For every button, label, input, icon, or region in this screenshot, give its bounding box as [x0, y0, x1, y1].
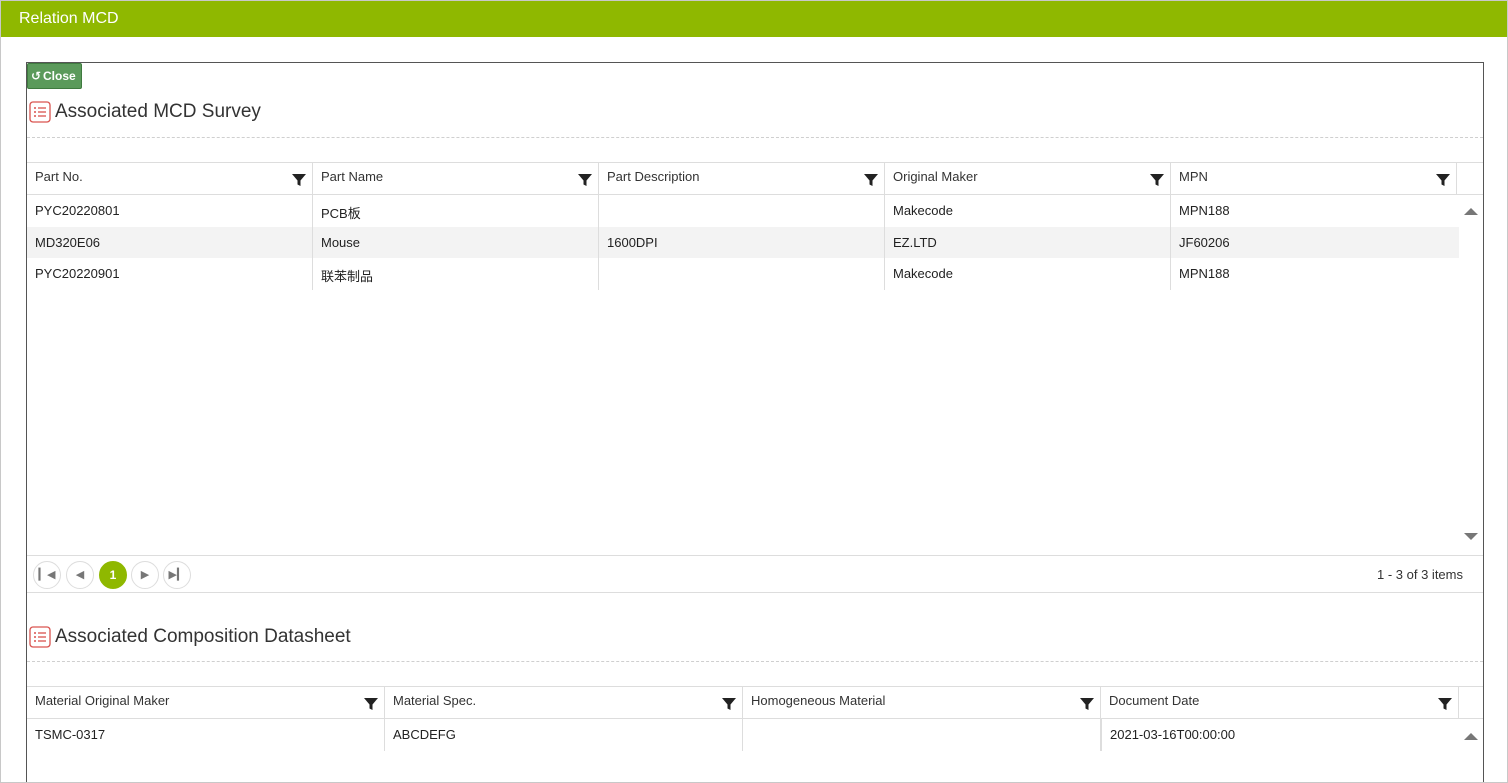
filter-icon[interactable]: [291, 172, 307, 188]
column-header-material-spec[interactable]: Material Spec.: [385, 687, 743, 719]
column-header-document-date[interactable]: Document Date: [1101, 687, 1459, 719]
header-scroll-spacer: [1459, 687, 1483, 719]
survey-section-header: Associated MCD Survey: [29, 98, 261, 126]
close-button[interactable]: ↺ Close: [27, 63, 82, 89]
cell-material-spec: ABCDEFG: [385, 719, 743, 751]
column-header-label: Original Maker: [893, 169, 978, 184]
column-header-label: Material Original Maker: [35, 693, 170, 708]
pager-info: 1 - 3 of 3 items: [1377, 567, 1463, 582]
column-header-label: Material Spec.: [393, 693, 477, 708]
cell-original-maker: Makecode: [885, 258, 1171, 290]
grid-body: PYC20220801 PCB板 Makecode MPN188 MD320E0…: [27, 195, 1459, 290]
datasheet-vertical-scrollbar[interactable]: [1459, 719, 1483, 779]
datasheet-section-header: Associated Composition Datasheet: [29, 623, 351, 651]
column-header-part-description[interactable]: Part Description: [599, 163, 885, 195]
column-header-material-original-maker[interactable]: Material Original Maker: [27, 687, 385, 719]
survey-grid: Part No. Part Name Part Description Orig…: [27, 162, 1483, 290]
first-page-button[interactable]: ▎◀: [33, 561, 61, 589]
column-header-original-maker[interactable]: Original Maker: [885, 163, 1171, 195]
grid-body: TSMC-0317 ABCDEFG 2021-03-16T00:00:00: [27, 719, 1459, 751]
cell-document-date: 2021-03-16T00:00:00: [1101, 719, 1459, 751]
cell-part-name: Mouse: [313, 226, 599, 258]
cell-mpn: MPN188: [1179, 266, 1230, 281]
column-header-label: Part Description: [607, 169, 700, 184]
column-header-mpn[interactable]: MPN: [1171, 163, 1457, 195]
survey-vertical-scrollbar[interactable]: [1459, 195, 1483, 555]
scroll-down-icon[interactable]: [1464, 533, 1478, 540]
column-header-label: Part Name: [321, 169, 384, 184]
column-header-part-name[interactable]: Part Name: [313, 163, 599, 195]
filter-icon[interactable]: [1437, 696, 1453, 712]
undo-icon: ↺: [31, 69, 42, 83]
column-header-label: Document Date: [1109, 693, 1200, 708]
cell-homogeneous-material: [743, 719, 1101, 751]
cell-material-original-maker: TSMC-0317: [27, 719, 385, 751]
close-button-label: Close: [43, 69, 76, 83]
grid-header: Material Original Maker Material Spec. H…: [27, 687, 1483, 719]
first-page-icon: ▎◀: [38, 569, 56, 581]
list-icon: [29, 626, 51, 648]
cell-part-no: PYC20220801: [27, 195, 313, 227]
next-page-button[interactable]: ▶: [131, 561, 159, 589]
datasheet-grid: Material Original Maker Material Spec. H…: [27, 686, 1483, 751]
last-page-icon: ▶▎: [168, 569, 186, 581]
list-icon: [29, 101, 51, 123]
table-row[interactable]: PYC20220801 PCB板 Makecode MPN188: [27, 195, 1459, 227]
scroll-up-icon[interactable]: [1464, 208, 1478, 215]
table-row[interactable]: MD320E06 Mouse 1600DPI EZ.LTD JF60206: [27, 226, 1459, 258]
window-title: Relation MCD: [1, 1, 1507, 37]
last-page-button[interactable]: ▶▎: [163, 561, 191, 589]
section-title: Associated MCD Survey: [55, 101, 261, 122]
cell-mpn: MPN188: [1179, 203, 1230, 218]
cell-part-no: PYC20220901: [27, 258, 313, 290]
filter-icon[interactable]: [577, 172, 593, 188]
cell-original-maker: EZ.LTD: [885, 226, 1171, 258]
column-header-homogeneous-material[interactable]: Homogeneous Material: [743, 687, 1101, 719]
cell-original-maker: Makecode: [885, 195, 1171, 227]
header-scroll-spacer: [1457, 163, 1483, 195]
prev-page-icon: ◀: [75, 569, 85, 581]
cell-part-name: 联苯制品: [313, 258, 599, 290]
divider: [27, 661, 1483, 662]
filter-icon[interactable]: [1149, 172, 1165, 188]
table-row[interactable]: TSMC-0317 ABCDEFG 2021-03-16T00:00:00: [27, 719, 1459, 751]
table-row[interactable]: PYC20220901 联苯制品 Makecode MPN188: [27, 258, 1459, 290]
column-header-part-no[interactable]: Part No.: [27, 163, 313, 195]
relation-mcd-window: Relation MCD ↺ Close Associated MCD Surve…: [0, 0, 1508, 783]
filter-icon[interactable]: [863, 172, 879, 188]
divider: [27, 137, 1483, 138]
cell-part-no: MD320E06: [27, 226, 313, 258]
next-page-icon: ▶: [140, 569, 150, 581]
page-number-button[interactable]: 1: [99, 561, 127, 589]
content-panel: ↺ Close Associated MCD Survey Part No. Pa…: [26, 62, 1484, 782]
filter-icon[interactable]: [363, 696, 379, 712]
prev-page-button[interactable]: ◀: [66, 561, 94, 589]
column-header-label: Homogeneous Material: [751, 693, 886, 708]
section-title: Associated Composition Datasheet: [55, 626, 351, 647]
cell-mpn: JF60206: [1179, 234, 1230, 250]
cell-part-name: PCB板: [313, 195, 599, 227]
filter-icon[interactable]: [1079, 696, 1095, 712]
column-header-label: Part No.: [35, 169, 83, 184]
survey-pager: ▎◀ ◀ 1 ▶ ▶▎ 1 - 3 of 3 items: [27, 555, 1483, 593]
filter-icon[interactable]: [1435, 172, 1451, 188]
grid-header: Part No. Part Name Part Description Orig…: [27, 163, 1483, 195]
filter-icon[interactable]: [721, 696, 737, 712]
cell-part-description: [599, 258, 885, 290]
scroll-up-icon[interactable]: [1464, 733, 1478, 740]
cell-part-description: [599, 195, 885, 227]
column-header-label: MPN: [1179, 169, 1208, 184]
cell-part-description: 1600DPI: [599, 226, 885, 258]
